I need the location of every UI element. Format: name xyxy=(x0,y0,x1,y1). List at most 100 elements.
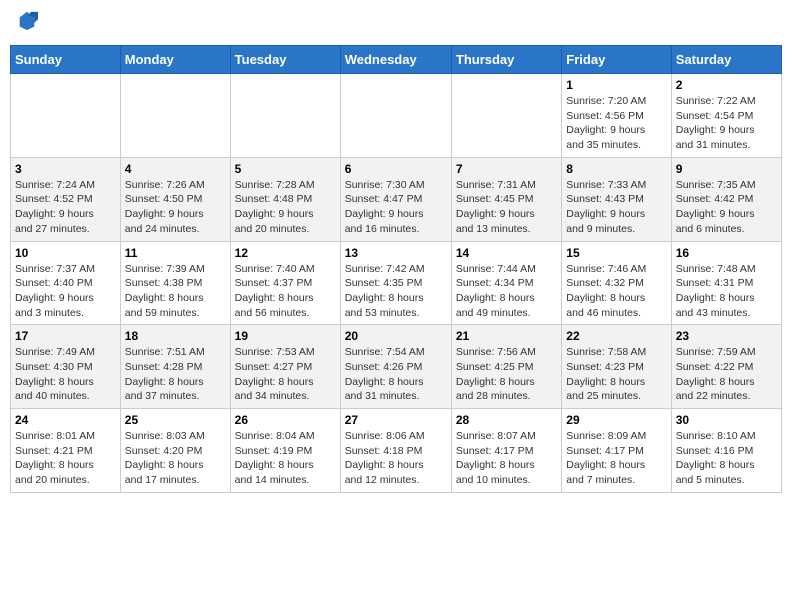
day-info: Sunrise: 7:44 AM Sunset: 4:34 PM Dayligh… xyxy=(456,262,557,321)
day-number: 8 xyxy=(566,162,666,176)
day-info: Sunrise: 8:06 AM Sunset: 4:18 PM Dayligh… xyxy=(345,429,447,488)
calendar-cell: 1 Sunrise: 7:20 AM Sunset: 4:56 PM Daylig… xyxy=(562,74,671,158)
calendar-cell: 26 Sunrise: 8:04 AM Sunset: 4:19 PM Dayli… xyxy=(230,409,340,493)
day-info: Sunrise: 8:04 AM Sunset: 4:19 PM Dayligh… xyxy=(235,429,336,488)
calendar-cell: 17 Sunrise: 7:49 AM Sunset: 4:30 PM Dayli… xyxy=(11,325,121,409)
calendar-cell: 28 Sunrise: 8:07 AM Sunset: 4:17 PM Dayli… xyxy=(451,409,561,493)
day-info: Sunrise: 7:37 AM Sunset: 4:40 PM Dayligh… xyxy=(15,262,116,321)
calendar-cell: 15 Sunrise: 7:46 AM Sunset: 4:32 PM Dayli… xyxy=(562,241,671,325)
calendar-cell: 4 Sunrise: 7:26 AM Sunset: 4:50 PM Daylig… xyxy=(120,157,230,241)
day-info: Sunrise: 8:03 AM Sunset: 4:20 PM Dayligh… xyxy=(125,429,226,488)
day-number: 28 xyxy=(456,413,557,427)
day-number: 20 xyxy=(345,329,447,343)
day-number: 29 xyxy=(566,413,666,427)
calendar-cell: 8 Sunrise: 7:33 AM Sunset: 4:43 PM Daylig… xyxy=(562,157,671,241)
day-info: Sunrise: 7:33 AM Sunset: 4:43 PM Dayligh… xyxy=(566,178,666,237)
day-info: Sunrise: 7:48 AM Sunset: 4:31 PM Dayligh… xyxy=(676,262,777,321)
day-of-week-header: Tuesday xyxy=(230,46,340,74)
day-number: 11 xyxy=(125,246,226,260)
day-info: Sunrise: 7:49 AM Sunset: 4:30 PM Dayligh… xyxy=(15,345,116,404)
day-number: 15 xyxy=(566,246,666,260)
day-info: Sunrise: 8:07 AM Sunset: 4:17 PM Dayligh… xyxy=(456,429,557,488)
day-number: 24 xyxy=(15,413,116,427)
calendar-cell: 10 Sunrise: 7:37 AM Sunset: 4:40 PM Dayli… xyxy=(11,241,121,325)
day-info: Sunrise: 8:01 AM Sunset: 4:21 PM Dayligh… xyxy=(15,429,116,488)
calendar-cell xyxy=(11,74,121,158)
day-number: 23 xyxy=(676,329,777,343)
calendar-cell: 23 Sunrise: 7:59 AM Sunset: 4:22 PM Dayli… xyxy=(671,325,781,409)
day-info: Sunrise: 7:35 AM Sunset: 4:42 PM Dayligh… xyxy=(676,178,777,237)
day-number: 14 xyxy=(456,246,557,260)
day-number: 21 xyxy=(456,329,557,343)
day-info: Sunrise: 8:09 AM Sunset: 4:17 PM Dayligh… xyxy=(566,429,666,488)
day-of-week-header: Thursday xyxy=(451,46,561,74)
day-info: Sunrise: 7:22 AM Sunset: 4:54 PM Dayligh… xyxy=(676,94,777,153)
calendar-body: 1 Sunrise: 7:20 AM Sunset: 4:56 PM Daylig… xyxy=(11,74,782,493)
calendar-cell xyxy=(230,74,340,158)
calendar-cell: 6Sunrise: 7:30 AM Sunset: 4:47 PM Daylig… xyxy=(340,157,451,241)
calendar-cell: 16 Sunrise: 7:48 AM Sunset: 4:31 PM Dayli… xyxy=(671,241,781,325)
day-number: 3 xyxy=(15,162,116,176)
day-number: 16 xyxy=(676,246,777,260)
day-info: Sunrise: 7:40 AM Sunset: 4:37 PM Dayligh… xyxy=(235,262,336,321)
day-of-week-header: Saturday xyxy=(671,46,781,74)
calendar-cell: 29 Sunrise: 8:09 AM Sunset: 4:17 PM Dayli… xyxy=(562,409,671,493)
calendar-header-row: SundayMondayTuesdayWednesdayThursdayFrid… xyxy=(11,46,782,74)
day-info: Sunrise: 8:10 AM Sunset: 4:16 PM Dayligh… xyxy=(676,429,777,488)
day-number: 26 xyxy=(235,413,336,427)
calendar-week-row: 24 Sunrise: 8:01 AM Sunset: 4:21 PM Dayli… xyxy=(11,409,782,493)
calendar-week-row: 3 Sunrise: 7:24 AM Sunset: 4:52 PM Daylig… xyxy=(11,157,782,241)
day-number: 22 xyxy=(566,329,666,343)
calendar-cell: 19Sunrise: 7:53 AM Sunset: 4:27 PM Dayli… xyxy=(230,325,340,409)
day-number: 17 xyxy=(15,329,116,343)
day-info: Sunrise: 7:24 AM Sunset: 4:52 PM Dayligh… xyxy=(15,178,116,237)
calendar-cell: 13 Sunrise: 7:42 AM Sunset: 4:35 PM Dayli… xyxy=(340,241,451,325)
calendar-cell: 30Sunrise: 8:10 AM Sunset: 4:16 PM Dayli… xyxy=(671,409,781,493)
day-number: 1 xyxy=(566,78,666,92)
day-number: 12 xyxy=(235,246,336,260)
day-info: Sunrise: 7:28 AM Sunset: 4:48 PM Dayligh… xyxy=(235,178,336,237)
day-number: 5 xyxy=(235,162,336,176)
day-number: 19 xyxy=(235,329,336,343)
day-info: Sunrise: 7:46 AM Sunset: 4:32 PM Dayligh… xyxy=(566,262,666,321)
day-info: Sunrise: 7:59 AM Sunset: 4:22 PM Dayligh… xyxy=(676,345,777,404)
day-number: 2 xyxy=(676,78,777,92)
day-info: Sunrise: 7:30 AM Sunset: 4:47 PM Dayligh… xyxy=(345,178,447,237)
calendar-cell: 14 Sunrise: 7:44 AM Sunset: 4:34 PM Dayli… xyxy=(451,241,561,325)
calendar-cell: 18 Sunrise: 7:51 AM Sunset: 4:28 PM Dayli… xyxy=(120,325,230,409)
calendar-cell xyxy=(120,74,230,158)
day-info: Sunrise: 7:26 AM Sunset: 4:50 PM Dayligh… xyxy=(125,178,226,237)
logo-icon xyxy=(16,10,38,32)
day-number: 10 xyxy=(15,246,116,260)
day-of-week-header: Monday xyxy=(120,46,230,74)
day-info: Sunrise: 7:20 AM Sunset: 4:56 PM Dayligh… xyxy=(566,94,666,153)
calendar-cell: 2 Sunrise: 7:22 AM Sunset: 4:54 PM Daylig… xyxy=(671,74,781,158)
day-number: 18 xyxy=(125,329,226,343)
calendar-cell: 7Sunrise: 7:31 AM Sunset: 4:45 PM Daylig… xyxy=(451,157,561,241)
day-info: Sunrise: 7:42 AM Sunset: 4:35 PM Dayligh… xyxy=(345,262,447,321)
day-number: 9 xyxy=(676,162,777,176)
logo-text xyxy=(14,10,38,37)
calendar-cell: 27Sunrise: 8:06 AM Sunset: 4:18 PM Dayli… xyxy=(340,409,451,493)
calendar-cell xyxy=(340,74,451,158)
logo xyxy=(14,10,38,37)
calendar-cell: 9 Sunrise: 7:35 AM Sunset: 4:42 PM Daylig… xyxy=(671,157,781,241)
calendar-cell: 22 Sunrise: 7:58 AM Sunset: 4:23 PM Dayli… xyxy=(562,325,671,409)
calendar-cell: 24 Sunrise: 8:01 AM Sunset: 4:21 PM Dayli… xyxy=(11,409,121,493)
calendar-week-row: 1 Sunrise: 7:20 AM Sunset: 4:56 PM Daylig… xyxy=(11,74,782,158)
calendar-cell: 21 Sunrise: 7:56 AM Sunset: 4:25 PM Dayli… xyxy=(451,325,561,409)
day-of-week-header: Wednesday xyxy=(340,46,451,74)
day-of-week-header: Sunday xyxy=(11,46,121,74)
calendar-cell: 12 Sunrise: 7:40 AM Sunset: 4:37 PM Dayli… xyxy=(230,241,340,325)
day-info: Sunrise: 7:58 AM Sunset: 4:23 PM Dayligh… xyxy=(566,345,666,404)
calendar-cell: 25 Sunrise: 8:03 AM Sunset: 4:20 PM Dayli… xyxy=(120,409,230,493)
day-info: Sunrise: 7:51 AM Sunset: 4:28 PM Dayligh… xyxy=(125,345,226,404)
calendar-cell: 3 Sunrise: 7:24 AM Sunset: 4:52 PM Daylig… xyxy=(11,157,121,241)
day-number: 13 xyxy=(345,246,447,260)
day-number: 4 xyxy=(125,162,226,176)
calendar-cell: 5 Sunrise: 7:28 AM Sunset: 4:48 PM Daylig… xyxy=(230,157,340,241)
day-info: Sunrise: 7:56 AM Sunset: 4:25 PM Dayligh… xyxy=(456,345,557,404)
day-number: 25 xyxy=(125,413,226,427)
calendar-cell xyxy=(451,74,561,158)
day-info: Sunrise: 7:39 AM Sunset: 4:38 PM Dayligh… xyxy=(125,262,226,321)
